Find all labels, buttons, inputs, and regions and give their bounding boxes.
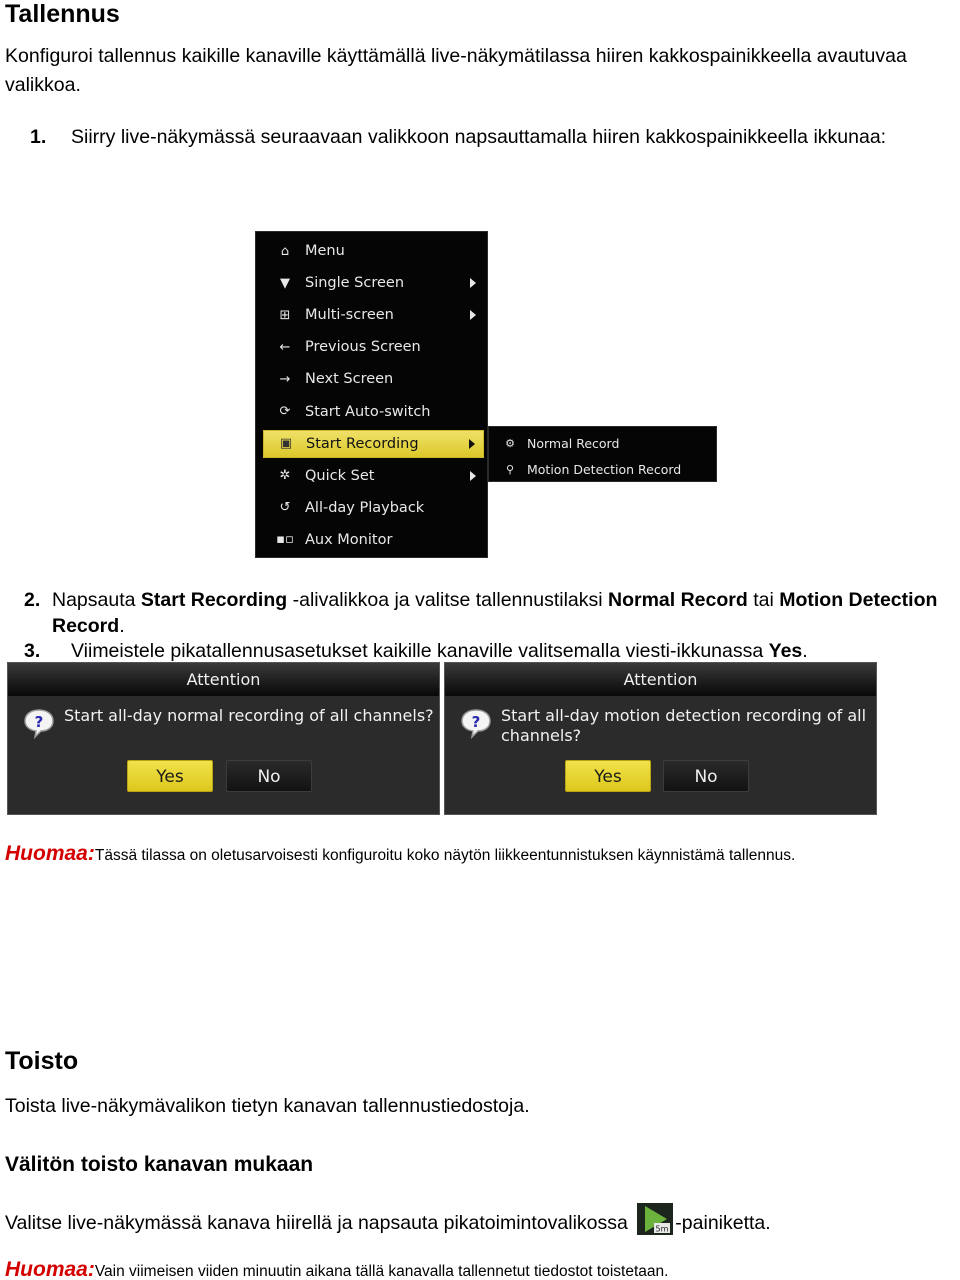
start-recording-submenu: ⚙ Normal Record ⚲ Motion Detection Record: [488, 426, 717, 482]
step-2-number: 2.: [24, 589, 41, 611]
attention-dialog-motion: Attention ? Start all-day motion detecti…: [444, 662, 877, 815]
svg-text:?: ?: [472, 713, 481, 731]
dialog-message: Start all-day motion detection recording…: [501, 706, 867, 745]
step-2-text-part: .: [119, 615, 125, 637]
step-2-start-recording: Start Recording: [140, 589, 288, 611]
menu-item-quick-set[interactable]: ✲ Quick Set: [263, 462, 484, 490]
multi-screen-icon: ⊞: [279, 307, 291, 323]
note-recording: Huomaa:Tässä tilassa on oletusarvoisesti…: [5, 842, 795, 866]
dialog-title: Attention: [8, 663, 439, 696]
menu-item-label: Single Screen: [305, 275, 405, 292]
menu-item-label: Start Recording: [306, 435, 419, 452]
gear-icon: ✲: [279, 468, 291, 484]
svg-text:?: ?: [35, 713, 44, 731]
dialog-message: Start all-day normal recording of all ch…: [64, 706, 434, 725]
home-icon: ⌂: [280, 243, 290, 259]
step-2: 2. Napsauta Start Recording -alivalikkoa…: [24, 587, 960, 639]
submenu-arrow-icon: [470, 310, 476, 321]
instruction-text: Valitse live-näkymässä kanava hiirellä j…: [5, 1212, 634, 1234]
step-3-text-part: Viimeistele pikatallennusasetukset kaiki…: [71, 640, 769, 662]
menu-item-previous-screen[interactable]: ← Previous Screen: [263, 333, 484, 361]
menu-item-label: Previous Screen: [305, 339, 421, 356]
menu-item-menu[interactable]: ⌂ Menu: [263, 237, 484, 265]
motion-record-icon: ⚲: [505, 462, 515, 476]
note-label: Huomaa:: [5, 842, 95, 865]
normal-record-icon: ⚙: [505, 436, 515, 450]
menu-item-label: Multi-screen: [305, 307, 394, 324]
step-3: 3. Viimeistele pikatallennusasetukset ka…: [24, 638, 960, 664]
note-text: Vain viimeisen viiden minuutin aikana tä…: [94, 1263, 669, 1280]
step-1-number: 1.: [30, 126, 47, 148]
toisto-intro: Toista live-näkymävalikon tietyn kanavan…: [5, 1095, 530, 1117]
question-icon: ?: [24, 709, 54, 739]
instant-playback-5m-icon: 5m: [637, 1203, 674, 1235]
instruction-text: -painiketta.: [675, 1212, 771, 1234]
menu-item-label: Menu: [305, 243, 345, 259]
submenu-arrow-icon: [470, 470, 476, 481]
menu-item-start-recording[interactable]: ▣ Start Recording: [263, 429, 484, 458]
menu-item-start-auto-switch[interactable]: ⟳ Start Auto-switch: [263, 398, 484, 426]
menu-item-label: Aux Monitor: [305, 531, 393, 548]
arrow-right-icon: →: [279, 371, 291, 387]
step-3-text-part: .: [802, 640, 808, 662]
step-3-number: 3.: [24, 640, 41, 662]
refresh-icon: ⟳: [279, 404, 291, 419]
menu-item-next-screen[interactable]: → Next Screen: [263, 365, 484, 393]
note-label: Huomaa:: [5, 1258, 95, 1280]
attention-dialog-normal: Attention ? Start all-day normal recordi…: [7, 662, 440, 815]
yes-button[interactable]: Yes: [127, 760, 213, 792]
arrow-left-icon: ←: [279, 339, 291, 355]
icon-5m-label: 5m: [656, 1225, 669, 1234]
playback-icon: ↺: [279, 500, 291, 516]
menu-item-single-screen[interactable]: ▼ Single Screen: [263, 269, 484, 297]
menu-item-multi-screen[interactable]: ⊞ Multi-screen: [263, 301, 484, 329]
step-2-normal-record: Normal Record: [608, 589, 748, 611]
section-title-tallennus: Tallennus: [5, 0, 120, 28]
menu-item-label: All-day Playback: [305, 499, 425, 516]
menu-item-aux-monitor[interactable]: ▪▫ Aux Monitor: [263, 526, 484, 554]
step-2-text: Napsauta Start Recording -alivalikkoa ja…: [52, 587, 960, 639]
question-icon: ?: [461, 709, 491, 739]
submenu-arrow-icon: [469, 438, 475, 449]
submenu-item-label: Motion Detection Record: [527, 461, 682, 477]
section-title-toisto: Toisto: [5, 1047, 79, 1075]
menu-item-label: Start Auto-switch: [305, 403, 431, 420]
menu-item-label: Quick Set: [305, 467, 375, 484]
submenu-item-label: Normal Record: [527, 435, 620, 451]
step-3-yes: Yes: [768, 640, 803, 662]
yes-button[interactable]: Yes: [565, 760, 651, 792]
menu-item-all-day-playback[interactable]: ↺ All-day Playback: [263, 494, 484, 522]
context-menu: ⌂ Menu ▼ Single Screen ⊞ Multi-screen ← Previou…: [255, 231, 488, 558]
menu-item-label: Next Screen: [305, 371, 394, 388]
record-camera-icon: ▣: [279, 436, 293, 452]
submenu-arrow-icon: [470, 278, 476, 289]
step-1-text: Siirry live-näkymässä seuraavaan valikko…: [71, 126, 887, 148]
note-text: Tässä tilassa on oletusarvoisesti konfig…: [94, 847, 796, 864]
dialog-title: Attention: [445, 663, 876, 696]
instant-playback-instruction: Valitse live-näkymässä kanava hiirellä j…: [5, 1203, 955, 1238]
step-2-text-part: -alivalikkoa ja valitse tallennustilaksi: [287, 589, 608, 611]
submenu-item-motion-detection-record[interactable]: ⚲ Motion Detection Record: [499, 457, 681, 481]
intro-paragraph: Konfiguroi tallennus kaikille kanaville …: [5, 45, 907, 96]
aux-monitor-icon: ▪▫: [276, 532, 294, 548]
no-button[interactable]: No: [226, 760, 312, 792]
step-3-text: Viimeistele pikatallennusasetukset kaiki…: [71, 638, 960, 664]
camera-icon: ▼: [280, 275, 290, 291]
subsection-title: Välitön toisto kanavan mukaan: [5, 1153, 314, 1176]
note-playback: Huomaa:Vain viimeisen viiden minuutin ai…: [5, 1258, 668, 1280]
step-1: 1. Siirry live-näkymässä seuraavaan vali…: [30, 124, 950, 150]
step-2-text-part: Napsauta: [52, 589, 141, 611]
submenu-item-normal-record[interactable]: ⚙ Normal Record: [499, 431, 619, 455]
step-2-text-part: tai: [747, 589, 780, 611]
no-button[interactable]: No: [663, 760, 749, 792]
